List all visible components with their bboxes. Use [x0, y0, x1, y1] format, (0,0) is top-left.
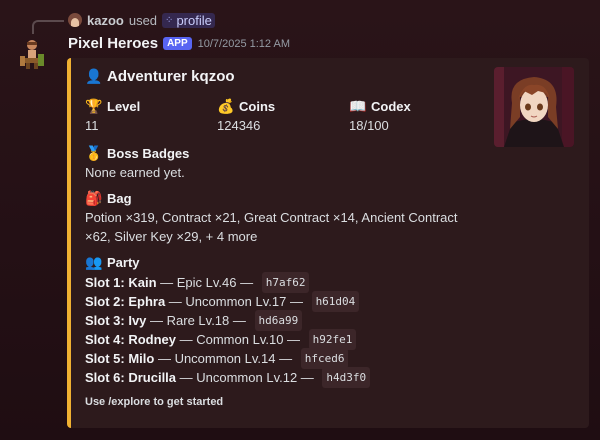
timestamp[interactable]: 10/7/2025 1:12 AM [198, 38, 290, 50]
hero-code[interactable]: h4d3f0 [322, 367, 371, 388]
trophy-icon: 🏆 [85, 97, 103, 114]
stat-name: Codex [371, 98, 411, 114]
backpack-icon: 🎒 [85, 189, 103, 206]
party-slot: Slot 1: Kain — Epic Lv.46 — h7af62 [85, 272, 370, 293]
slot-label: Slot 3: Ivy [85, 313, 147, 328]
boss-badges-field: 🥇 Boss Badges None earned yet. [85, 144, 189, 182]
stat-name: Coins [239, 98, 276, 114]
open-book-icon: 📖 [349, 97, 367, 114]
embed-title-text: Adventurer kqzoo [107, 68, 235, 85]
hero-code[interactable]: hfced6 [300, 348, 349, 369]
slot-detail: — Epic Lv.46 — [156, 275, 257, 290]
stat-coins: 💰 Coins 124346 [217, 97, 275, 135]
stat-value: 124346 [217, 118, 261, 133]
stat-value: 18/100 [349, 118, 389, 133]
slot-label: Slot 6: Drucilla [85, 370, 177, 385]
hero-code[interactable]: hd6a99 [254, 310, 303, 331]
slot-label: Slot 2: Ephra [85, 294, 166, 309]
slot-label: Slot 1: Kain [85, 275, 157, 290]
stat-codex: 📖 Codex 18/100 [349, 97, 411, 135]
stat-name: Level [107, 98, 141, 114]
slot-label: Slot 4: Rodney [85, 332, 177, 347]
slot-detail: — Uncommon Lv.17 — [165, 294, 307, 309]
profile-embed: 👤 Adventurer kqzoo 🏆 Level 11 💰 Coins 1243… [67, 58, 589, 428]
embed-title: 👤 Adventurer kqzoo [85, 68, 235, 85]
field-name: Bag [107, 190, 132, 206]
slot-detail: — Common Lv.10 — [176, 332, 304, 347]
slot-detail: — Uncommon Lv.14 — [154, 351, 296, 366]
reply-used-text: used [128, 12, 158, 28]
party-slot: Slot 2: Ephra — Uncommon Lv.17 — h61d04 [85, 291, 370, 312]
slash-command-icon: ⁘ [165, 14, 174, 26]
hero-code[interactable]: h7af62 [261, 272, 310, 293]
reply-context[interactable]: kazoo used ⁘ profile [68, 11, 215, 29]
command-mention[interactable]: ⁘ profile [162, 12, 215, 28]
party-field: 👥 Party Slot 1: Kain — Epic Lv.46 — h7af6… [85, 253, 371, 388]
field-value: None earned yet. [85, 165, 185, 180]
character-thumbnail[interactable] [494, 67, 574, 147]
party-slot: Slot 5: Milo — Uncommon Lv.14 — hfced6 [85, 348, 370, 369]
message-header: Pixel Heroes APP 10/7/2025 1:12 AM [68, 35, 290, 52]
party-slot: Slot 3: Ivy — Rare Lv.18 — hd6a99 [85, 310, 370, 331]
reply-connector [32, 20, 64, 34]
hero-code[interactable]: h92fe1 [308, 329, 357, 350]
embed-footer: Use /explore to get started [85, 396, 224, 408]
stat-level: 🏆 Level 11 [85, 97, 140, 135]
slot-label: Slot 5: Milo [85, 351, 155, 366]
busts-icon: 👥 [85, 253, 103, 270]
stat-value: 11 [85, 118, 99, 133]
bot-name[interactable]: Pixel Heroes [68, 35, 158, 52]
app-badge: APP [163, 37, 192, 50]
slot-detail: — Rare Lv.18 — [146, 313, 250, 328]
reply-username[interactable]: kazoo [87, 13, 124, 28]
bot-avatar[interactable] [14, 36, 50, 72]
money-bag-icon: 💰 [217, 97, 235, 114]
bust-in-silhouette-icon: 👤 [85, 68, 103, 84]
bag-line-2: ×62, Silver Key ×29, + 4 more [85, 229, 258, 244]
user-avatar[interactable] [68, 13, 82, 27]
field-name: Party [107, 254, 140, 270]
party-slot: Slot 6: Drucilla — Uncommon Lv.12 — h4d3… [85, 367, 371, 388]
command-name: profile [176, 12, 212, 28]
hero-code[interactable]: h61d04 [311, 291, 360, 312]
slot-detail: — Uncommon Lv.12 — [176, 370, 318, 385]
field-name: Boss Badges [107, 145, 190, 161]
bag-line-1: Potion ×319, Contract ×21, Great Contrac… [85, 210, 458, 225]
bag-field: 🎒 Bag Potion ×319, Contract ×21, Great Co… [85, 189, 525, 246]
party-slot: Slot 4: Rodney — Common Lv.10 — h92fe1 [85, 329, 370, 350]
medal-icon: 🥇 [85, 144, 103, 161]
